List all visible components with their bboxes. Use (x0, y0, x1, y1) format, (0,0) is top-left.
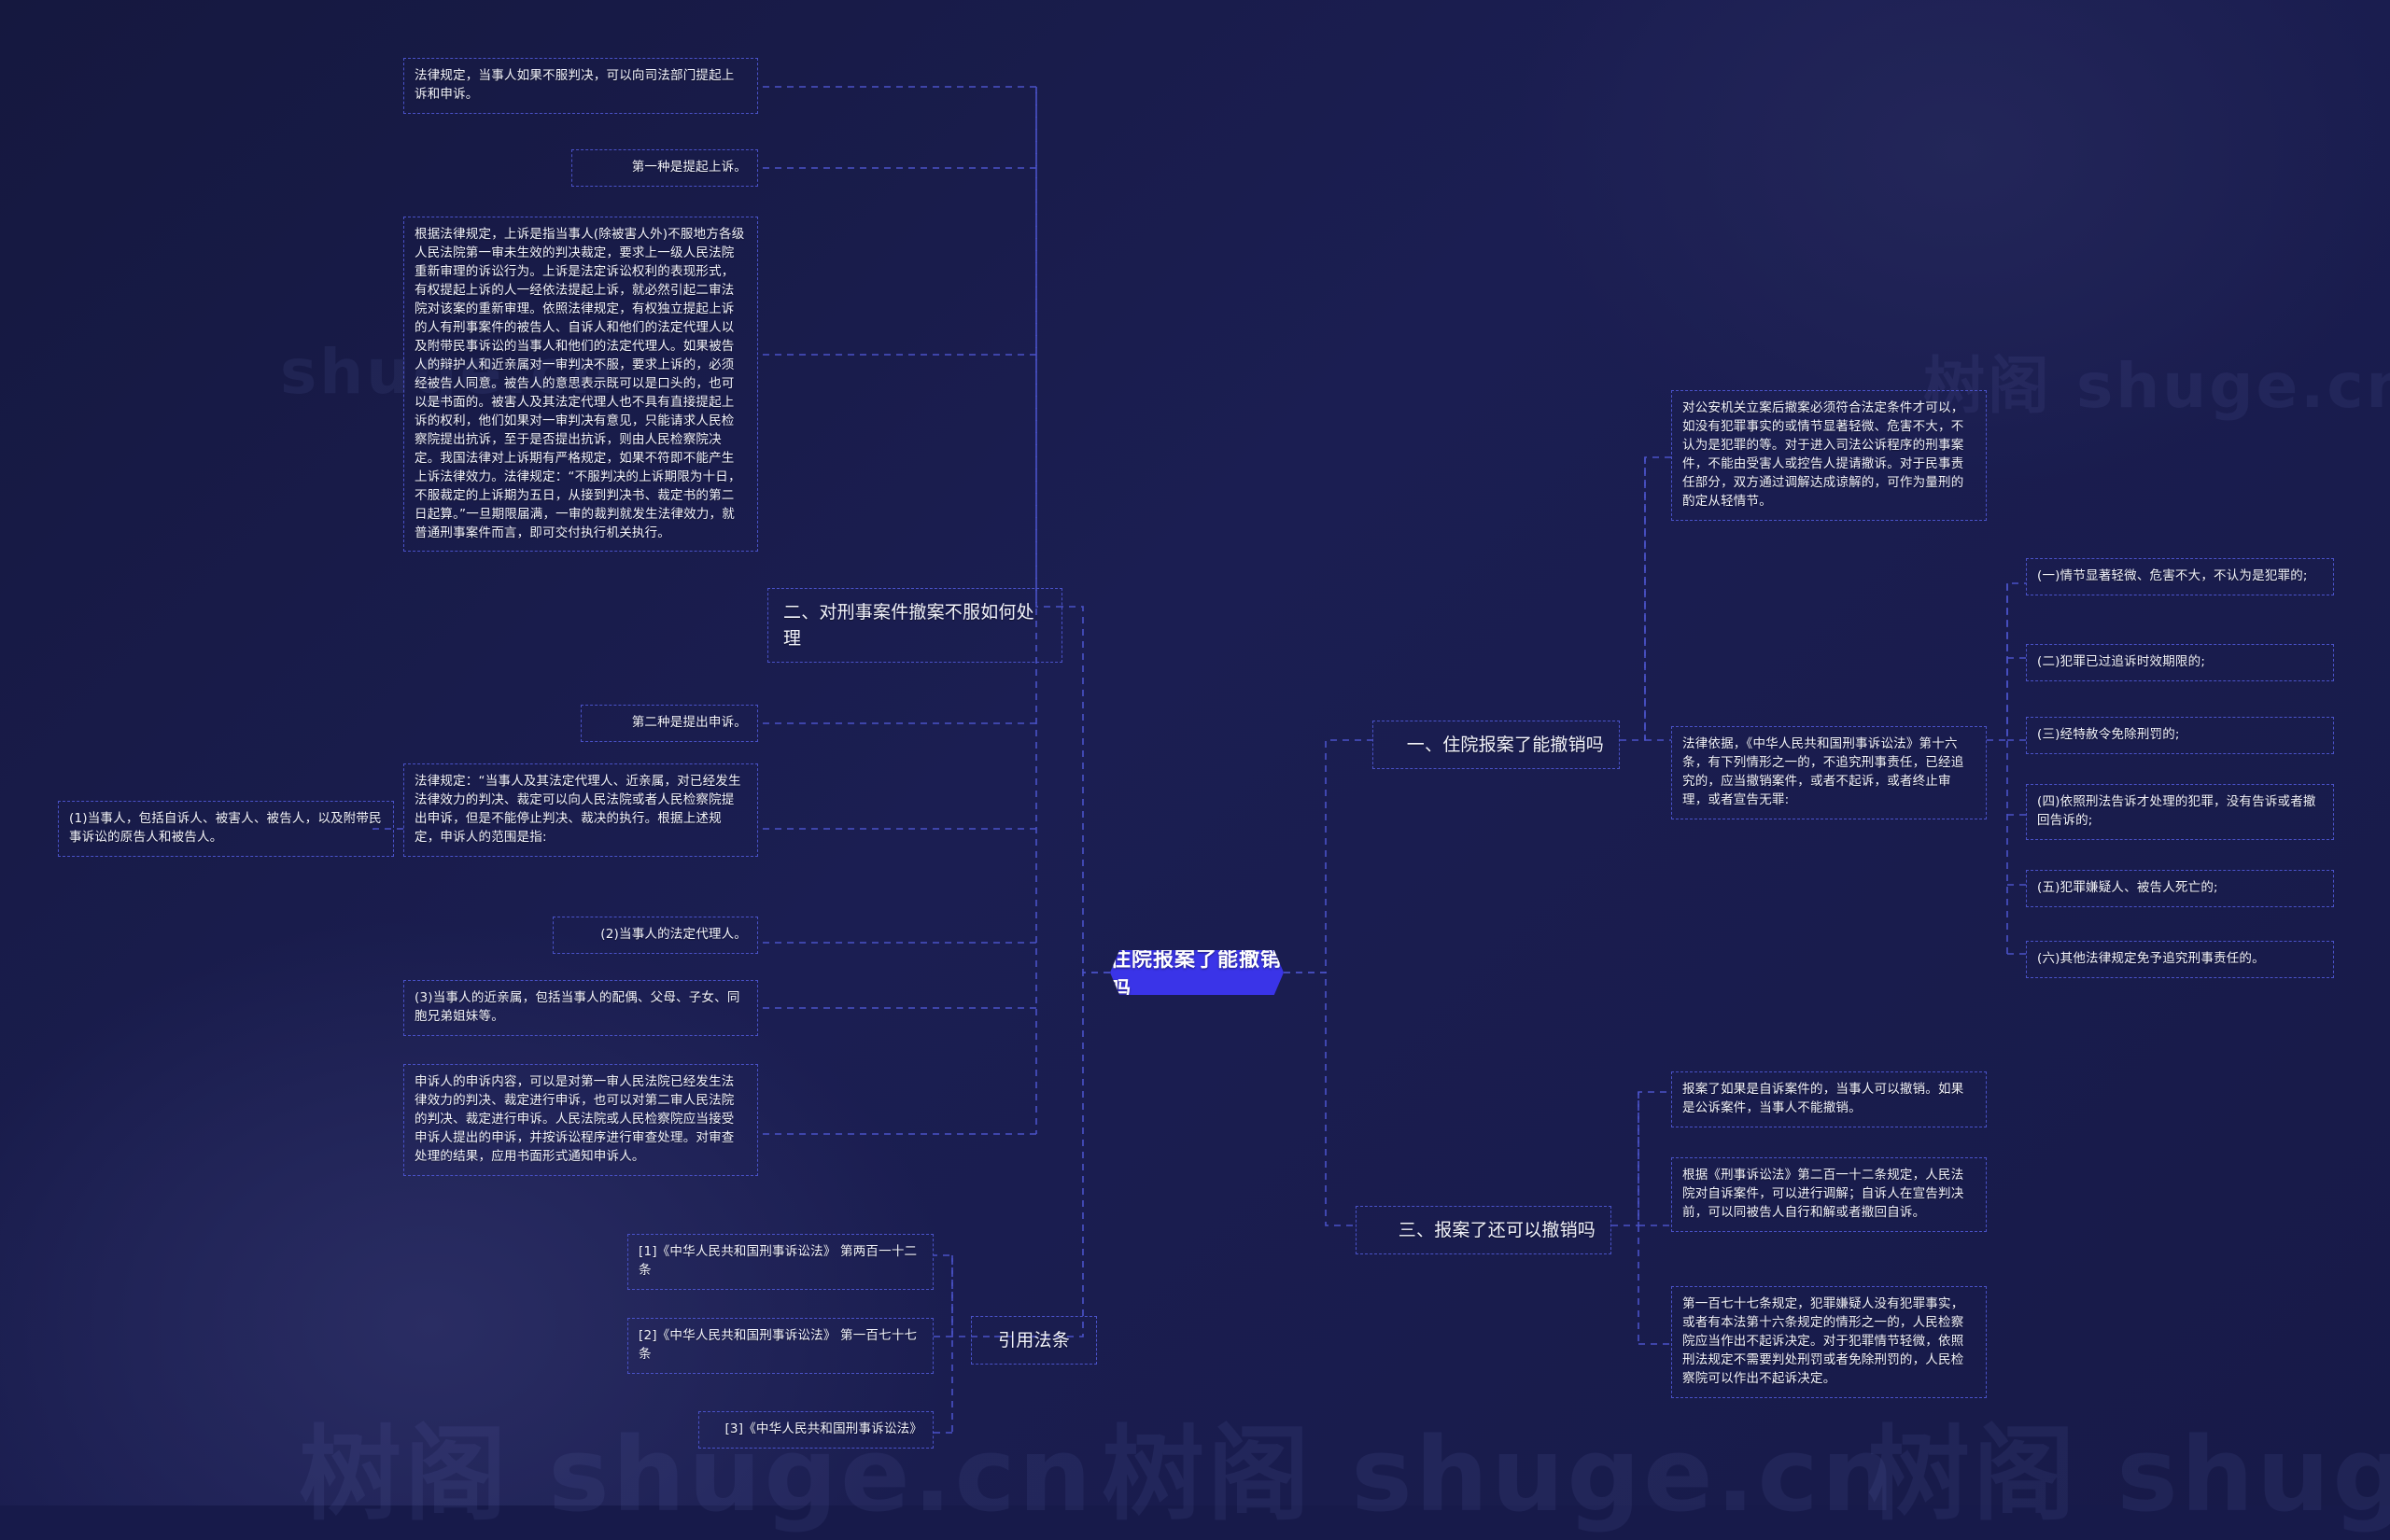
node-second-kind[interactable]: 第二种是提出申诉。 (581, 705, 758, 742)
branch-node-3[interactable]: 三、报案了还可以撤销吗 (1356, 1206, 1611, 1255)
node-party-2[interactable]: (2)当事人的法定代理人。 (553, 917, 758, 954)
watermark-text: 树阁 shuge.cn (299, 1415, 1095, 1534)
branch-node-2[interactable]: 二、对刑事案件撤案不服如何处理 (767, 588, 1062, 664)
node-party-3[interactable]: (3)当事人的近亲属，包括当事人的配偶、父母、子女、同胞兄弟姐妹等。 (403, 980, 758, 1036)
node-appeal-content[interactable]: 申诉人的申诉内容，可以是对第一审人民法院已经发生法律效力的判决、裁定进行申诉，也… (403, 1064, 758, 1176)
watermark-text: 树阁 shuge.cn (1867, 1415, 2390, 1534)
node-appeal2-body[interactable]: 法律规定：“当事人及其法定代理人、近亲属，对已经发生法律效力的判决、裁定可以向人… (403, 763, 758, 857)
mindmap-canvas: 树阁 shuge.cn 树阁 shuge.cn 树阁 shuge.cn shug… (0, 0, 2390, 1534)
root-node[interactable]: 住院报案了能撤销吗 (1110, 950, 1284, 995)
node-top-intro[interactable]: 法律规定，当事人如果不服判决，可以向司法部门提起上诉和申诉。 (403, 58, 758, 114)
node-first-kind[interactable]: 第一种是提起上诉。 (571, 149, 758, 187)
node-legal-item-2[interactable]: (二)犯罪已过追诉时效期限的; (2026, 644, 2334, 681)
branch-node-4[interactable]: 引用法条 (971, 1316, 1097, 1365)
watermark-text: 树阁 shuge.cn (1923, 350, 2390, 422)
node-legal-item-5[interactable]: (五)犯罪嫌疑人、被告人死亡的; (2026, 870, 2334, 907)
node-legal-item-4[interactable]: (四)依照刑法告诉才处理的犯罪，没有告诉或者撤回告诉的; (2026, 784, 2334, 840)
node-legal-item-6[interactable]: (六)其他法律规定免予追究刑事责任的。 (2026, 941, 2334, 978)
node-article-212[interactable]: 根据《刑事诉讼法》第二百一十二条规定，人民法院对自诉案件，可以进行调解；自诉人在… (1671, 1157, 1987, 1232)
node-citation-2[interactable]: [2]《中华人民共和国刑事诉讼法》 第一百七十七条 (627, 1318, 934, 1374)
node-citation-3[interactable]: [3]《中华人民共和国刑事诉讼法》 (698, 1411, 934, 1449)
node-legal-basis[interactable]: 法律依据，《中华人民共和国刑事诉讼法》第十六条，有下列情形之一的，不追究刑事责任… (1671, 726, 1987, 819)
node-self-case[interactable]: 报案了如果是自诉案件的，当事人可以撤销。如果是公诉案件，当事人不能撤销。 (1671, 1071, 1987, 1127)
node-party-1[interactable]: (1)当事人，包括自诉人、被害人、被告人，以及附带民事诉讼的原告人和被告人。 (58, 801, 394, 857)
node-citation-1[interactable]: [1]《中华人民共和国刑事诉讼法》 第两百一十二条 (627, 1234, 934, 1290)
node-police-withdraw[interactable]: 对公安机关立案后撤案必须符合法定条件才可以，如没有犯罪事实的或情节显著轻微、危害… (1671, 390, 1987, 521)
watermark-text: 树阁 shuge.cn (1102, 1415, 1898, 1534)
node-article-177[interactable]: 第一百七十七条规定，犯罪嫌疑人没有犯罪事实，或者有本法第十六条规定的情形之一的，… (1671, 1286, 1987, 1398)
node-legal-item-3[interactable]: (三)经特赦令免除刑罚的; (2026, 717, 2334, 754)
node-appeal-body[interactable]: 根据法律规定，上诉是指当事人(除被害人外)不服地方各级人民法院第一审未生效的判决… (403, 217, 758, 553)
node-legal-item-1[interactable]: (一)情节显著轻微、危害不大，不认为是犯罪的; (2026, 558, 2334, 595)
branch-node-1[interactable]: 一、住院报案了能撤销吗 (1372, 721, 1620, 770)
